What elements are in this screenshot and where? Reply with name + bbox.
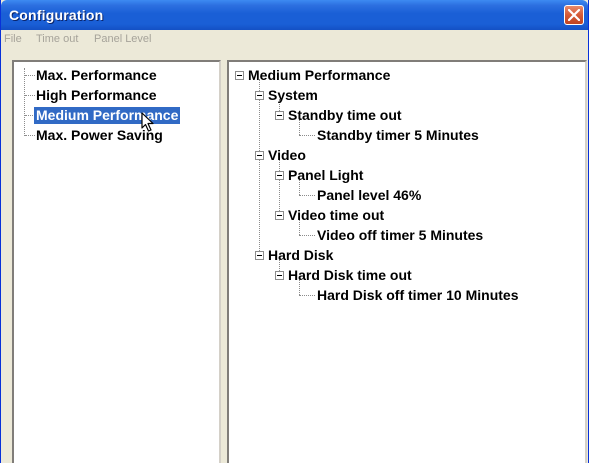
node-system[interactable]: System: [268, 87, 318, 104]
collapse-medium-performance[interactable]: [235, 71, 244, 80]
collapse-hard-disk[interactable]: [255, 251, 264, 260]
node-hard-disk-off-timer[interactable]: Hard Disk off timer 10 Minutes: [317, 287, 519, 304]
menu-time-out[interactable]: Time out: [36, 33, 78, 45]
node-standby-timer[interactable]: Standby timer 5 Minutes: [317, 127, 479, 144]
collapse-system[interactable]: [255, 91, 264, 100]
node-panel-light[interactable]: Panel Light: [288, 167, 363, 184]
node-video[interactable]: Video: [268, 147, 306, 164]
node-video-off-timer[interactable]: Video off timer 5 Minutes: [317, 227, 483, 244]
collapse-standby-timeout[interactable]: [275, 111, 284, 120]
node-panel-level[interactable]: Panel level 46%: [317, 187, 421, 204]
tree-line: [279, 159, 280, 215]
close-button[interactable]: [564, 5, 584, 25]
detail-tree[interactable]: Medium Performance System Standby time o…: [227, 60, 587, 463]
collapse-video[interactable]: [255, 151, 264, 160]
close-icon: [568, 9, 580, 21]
tree-line: [259, 79, 260, 251]
window-title: Configuration: [9, 7, 104, 23]
collapse-hard-disk-timeout[interactable]: [275, 271, 284, 280]
profile-tree[interactable]: Max. Performance High Performance Medium…: [12, 60, 221, 463]
profile-high-performance[interactable]: High Performance: [36, 87, 157, 104]
node-hard-disk-timeout[interactable]: Hard Disk time out: [288, 267, 412, 284]
tree-line: [25, 135, 35, 136]
node-medium-performance[interactable]: Medium Performance: [248, 67, 390, 84]
tree-line: [25, 95, 35, 96]
tree-line: [24, 68, 25, 136]
menu-bar: File Time out Panel Level: [1, 30, 588, 50]
arrow-cursor-icon: [141, 112, 154, 132]
tree-line: [25, 75, 35, 76]
menu-panel-level[interactable]: Panel Level: [94, 33, 152, 45]
tree-line: [299, 295, 315, 296]
configuration-window: Configuration File Time out Panel Level …: [0, 0, 589, 463]
node-standby-timeout[interactable]: Standby time out: [288, 107, 402, 124]
node-video-timeout[interactable]: Video time out: [288, 207, 384, 224]
collapse-panel-light[interactable]: [275, 171, 284, 180]
node-hard-disk[interactable]: Hard Disk: [268, 247, 333, 264]
tree-line: [299, 135, 315, 136]
profile-medium-performance[interactable]: Medium Performance: [34, 107, 181, 124]
tree-line: [299, 195, 315, 196]
menu-file[interactable]: File: [4, 33, 22, 45]
collapse-video-timeout[interactable]: [275, 211, 284, 220]
profile-max-performance[interactable]: Max. Performance: [36, 67, 157, 84]
tree-line: [299, 235, 315, 236]
title-bar[interactable]: Configuration: [1, 0, 588, 30]
